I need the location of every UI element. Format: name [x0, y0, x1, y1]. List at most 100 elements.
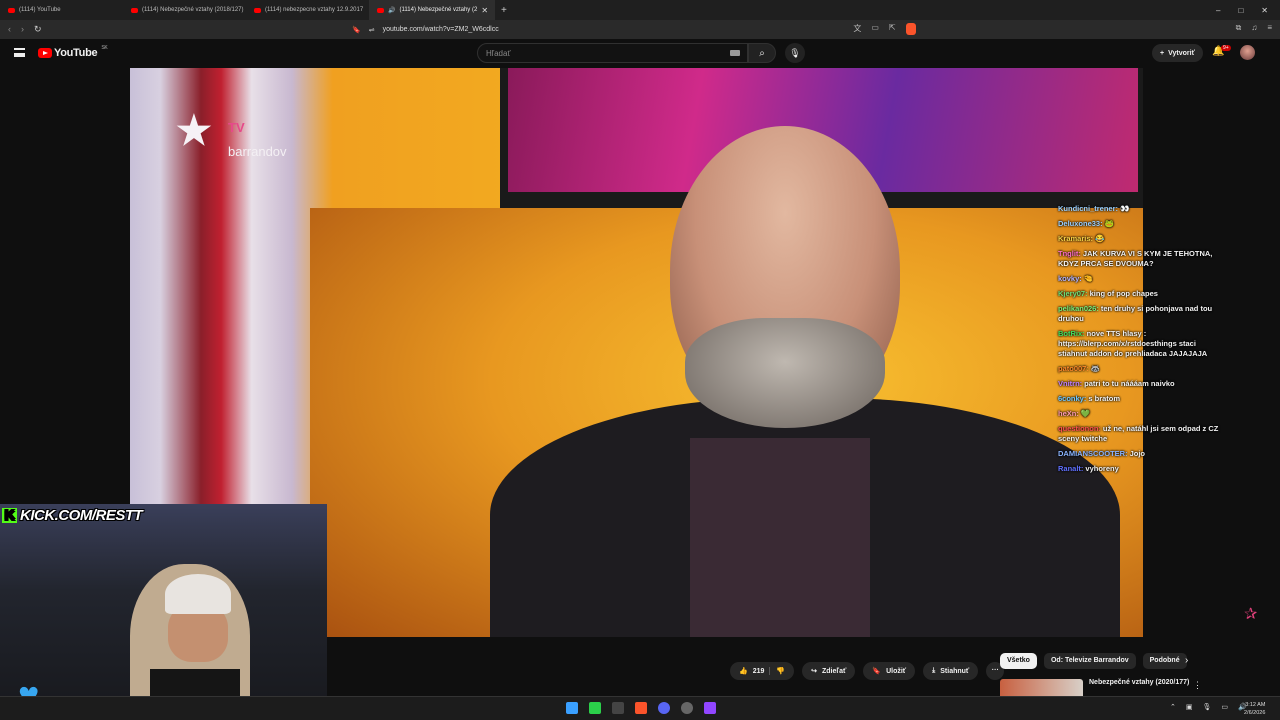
mic-icon: 🎙 [789, 47, 801, 58]
stream-chat-overlay: Kundicni_trener: 👀 Deluxone33: 🐸 Kramaris: 😂 T… [1058, 204, 1223, 479]
forward-icon[interactable]: › [21, 24, 24, 35]
browser-tab-bar: (1114) YouTube (1114) Nebezpečné vztahy … [0, 0, 1280, 20]
youtube-favicon-icon [254, 7, 261, 13]
chat-message: questionon: už ne, natáhl jsi sem odpad z… [1058, 424, 1223, 444]
tab-label: (1114) Nebezpečné vztahy (2 [399, 7, 478, 13]
os-taskbar: ⌃ ▣ 🎙 ▭ 🔊 3:12 AM 2/6/2026 [0, 696, 1280, 720]
translate-icon[interactable]: 文 [853, 23, 861, 35]
maximize-button[interactable]: □ [1238, 6, 1243, 15]
chat-message: heXn: 💚 [1058, 409, 1223, 419]
hamburger-menu-icon[interactable] [14, 48, 25, 57]
url-text[interactable]: youtube.com/watch?v=ZM2_W6cdlcc [383, 26, 499, 33]
tray-app-icon[interactable]: ▣ [1186, 703, 1193, 711]
create-label: Vytvoriť [1168, 49, 1195, 57]
minimize-button[interactable]: – [1216, 6, 1220, 15]
settings-icon[interactable] [681, 702, 693, 714]
avatar[interactable] [1240, 45, 1255, 60]
share-label: Zdieľať [822, 667, 847, 675]
dislike-icon[interactable]: 👎 [769, 667, 785, 675]
suggested-menu-icon[interactable]: ⋮ [1193, 680, 1202, 691]
tab-label: (1114) nebezpecne vztahy 12.9.2017 [265, 7, 364, 13]
plus-icon: + [1160, 49, 1165, 57]
brave-browser-icon[interactable] [635, 702, 647, 714]
extensions-icon[interactable]: ⧉ [1236, 23, 1242, 35]
reload-icon[interactable]: ↻ [34, 24, 42, 35]
chat-message: pelikan026: ten druhy si pohonjava nad to… [1058, 304, 1223, 324]
bookmark-icon: 🔖 [872, 668, 882, 675]
back-icon[interactable]: ‹ [8, 24, 11, 35]
browser-tab[interactable]: (1114) Nebezpečné vztahy (2018/127) [123, 0, 246, 20]
chat-username: kovky: [1058, 274, 1082, 283]
brave-shield-icon[interactable] [905, 23, 916, 35]
discord-icon[interactable] [658, 702, 670, 714]
youtube-favicon-icon [377, 7, 384, 13]
chip-all[interactable]: Všetko [1000, 653, 1037, 669]
window-controls: – □ ✕ [1216, 6, 1280, 15]
download-button[interactable]: ⤓ Stiahnuť [923, 662, 979, 680]
browser-tab[interactable]: (1114) YouTube [0, 0, 123, 20]
toolbar-spacer [926, 23, 1226, 35]
reader-icon[interactable]: ▭ [871, 23, 879, 35]
tray-expand-icon[interactable]: ⌃ [1170, 703, 1176, 711]
youtube-header: YouTube SK Hľadať ⌕ 🎙 + Vytvoriť 🔔 9+ [0, 39, 1280, 68]
recommendation-chips: Všetko Od: Televize Barrandov Podobné [1000, 653, 1187, 669]
chat-username: Vnitrn: [1058, 379, 1083, 388]
chip-related[interactable]: Podobné [1142, 653, 1187, 669]
mic-icon[interactable]: 🎙 [1203, 703, 1212, 711]
person-beard [685, 318, 885, 428]
chat-username: Kjery07: [1058, 289, 1088, 298]
close-tab-icon[interactable]: ✕ [481, 6, 488, 15]
menu-icon[interactable]: ≡ [1267, 23, 1272, 35]
nav-buttons: ‹ › ↻ [0, 24, 42, 35]
chat-username: pelikan026: [1058, 304, 1099, 313]
chat-text: Jojo [1129, 449, 1146, 458]
bookmark-icon[interactable]: 🔖 [352, 26, 361, 34]
browser-tab-active[interactable]: 🔊 (1114) Nebezpečné vztahy (2 ✕ [369, 0, 495, 20]
kick-banner: K KICK.COM/RESTT [2, 507, 143, 524]
kick-logo-icon: K [2, 508, 17, 523]
taskbar-clock[interactable]: 3:12 AM 2/6/2026 [1244, 701, 1265, 717]
watermark-tv: TV [228, 120, 245, 135]
url-field[interactable]: 🔖 ⇌ youtube.com/watch?v=ZM2_W6cdlcc [352, 22, 912, 37]
notification-badge: 9+ [1221, 45, 1231, 51]
search-input[interactable]: Hľadať [477, 43, 748, 63]
chat-message: Kjery07: king of pop chapes [1058, 289, 1223, 299]
youtube-logo[interactable]: YouTube SK [38, 45, 108, 59]
clock-time: 3:12 AM [1245, 702, 1266, 708]
chat-message: Deluxone33: 🐸 [1058, 219, 1223, 229]
new-tab-button[interactable]: + [495, 5, 513, 16]
chevron-right-icon[interactable]: › [1185, 655, 1188, 666]
like-icon[interactable]: 👍 [739, 667, 748, 675]
monitor-icon[interactable]: ▭ [1221, 703, 1228, 711]
voice-search-button[interactable]: 🎙 [785, 43, 805, 63]
chat-text: 💚 [1080, 409, 1091, 418]
like-dislike-button[interactable]: 👍 219 👎 [730, 662, 795, 680]
windows-start-icon[interactable] [566, 702, 578, 714]
watermark-brand: barrandov [228, 144, 287, 159]
search-button[interactable]: ⌕ [748, 43, 776, 63]
close-window-button[interactable]: ✕ [1261, 6, 1268, 15]
browser-tab[interactable]: (1114) nebezpecne vztahy 12.9.2017 [246, 0, 369, 20]
site-info-icon[interactable]: ⇌ [369, 26, 375, 34]
save-button[interactable]: 🔖 Uložiť [863, 662, 916, 680]
create-button[interactable]: + Vytvoriť [1152, 44, 1203, 62]
chip-from-channel[interactable]: Od: Televize Barrandov [1043, 653, 1136, 669]
tab-label: (1114) Nebezpečné vztahy (2018/127) [142, 7, 244, 13]
app-icon[interactable] [589, 702, 601, 714]
download-icon: ⤓ [932, 667, 936, 674]
chat-text: vyhoreny [1085, 464, 1119, 473]
pink-star-icon: ✰ [1244, 606, 1258, 623]
star-logo-icon: ★ [176, 109, 212, 153]
chat-message: kovky: 🤏 [1058, 274, 1223, 284]
music-icon[interactable]: ♫ [1251, 23, 1257, 35]
download-label: Stiahnuť [940, 667, 970, 675]
share-button[interactable]: ↪ Zdieľať [802, 662, 856, 680]
share-icon[interactable]: ⇱ [889, 23, 896, 35]
app-icon[interactable] [612, 702, 624, 714]
twitch-icon[interactable] [704, 702, 716, 714]
like-count: 219 [752, 667, 765, 675]
chat-message: BotRix: nove TTS hlasy : https://blerp.co… [1058, 329, 1223, 359]
address-bar: ‹ › ↻ 🔖 ⇌ youtube.com/watch?v=ZM2_W6cdlc… [0, 20, 1280, 39]
chat-username: heXn: [1058, 409, 1079, 418]
keyboard-icon[interactable] [730, 50, 740, 56]
